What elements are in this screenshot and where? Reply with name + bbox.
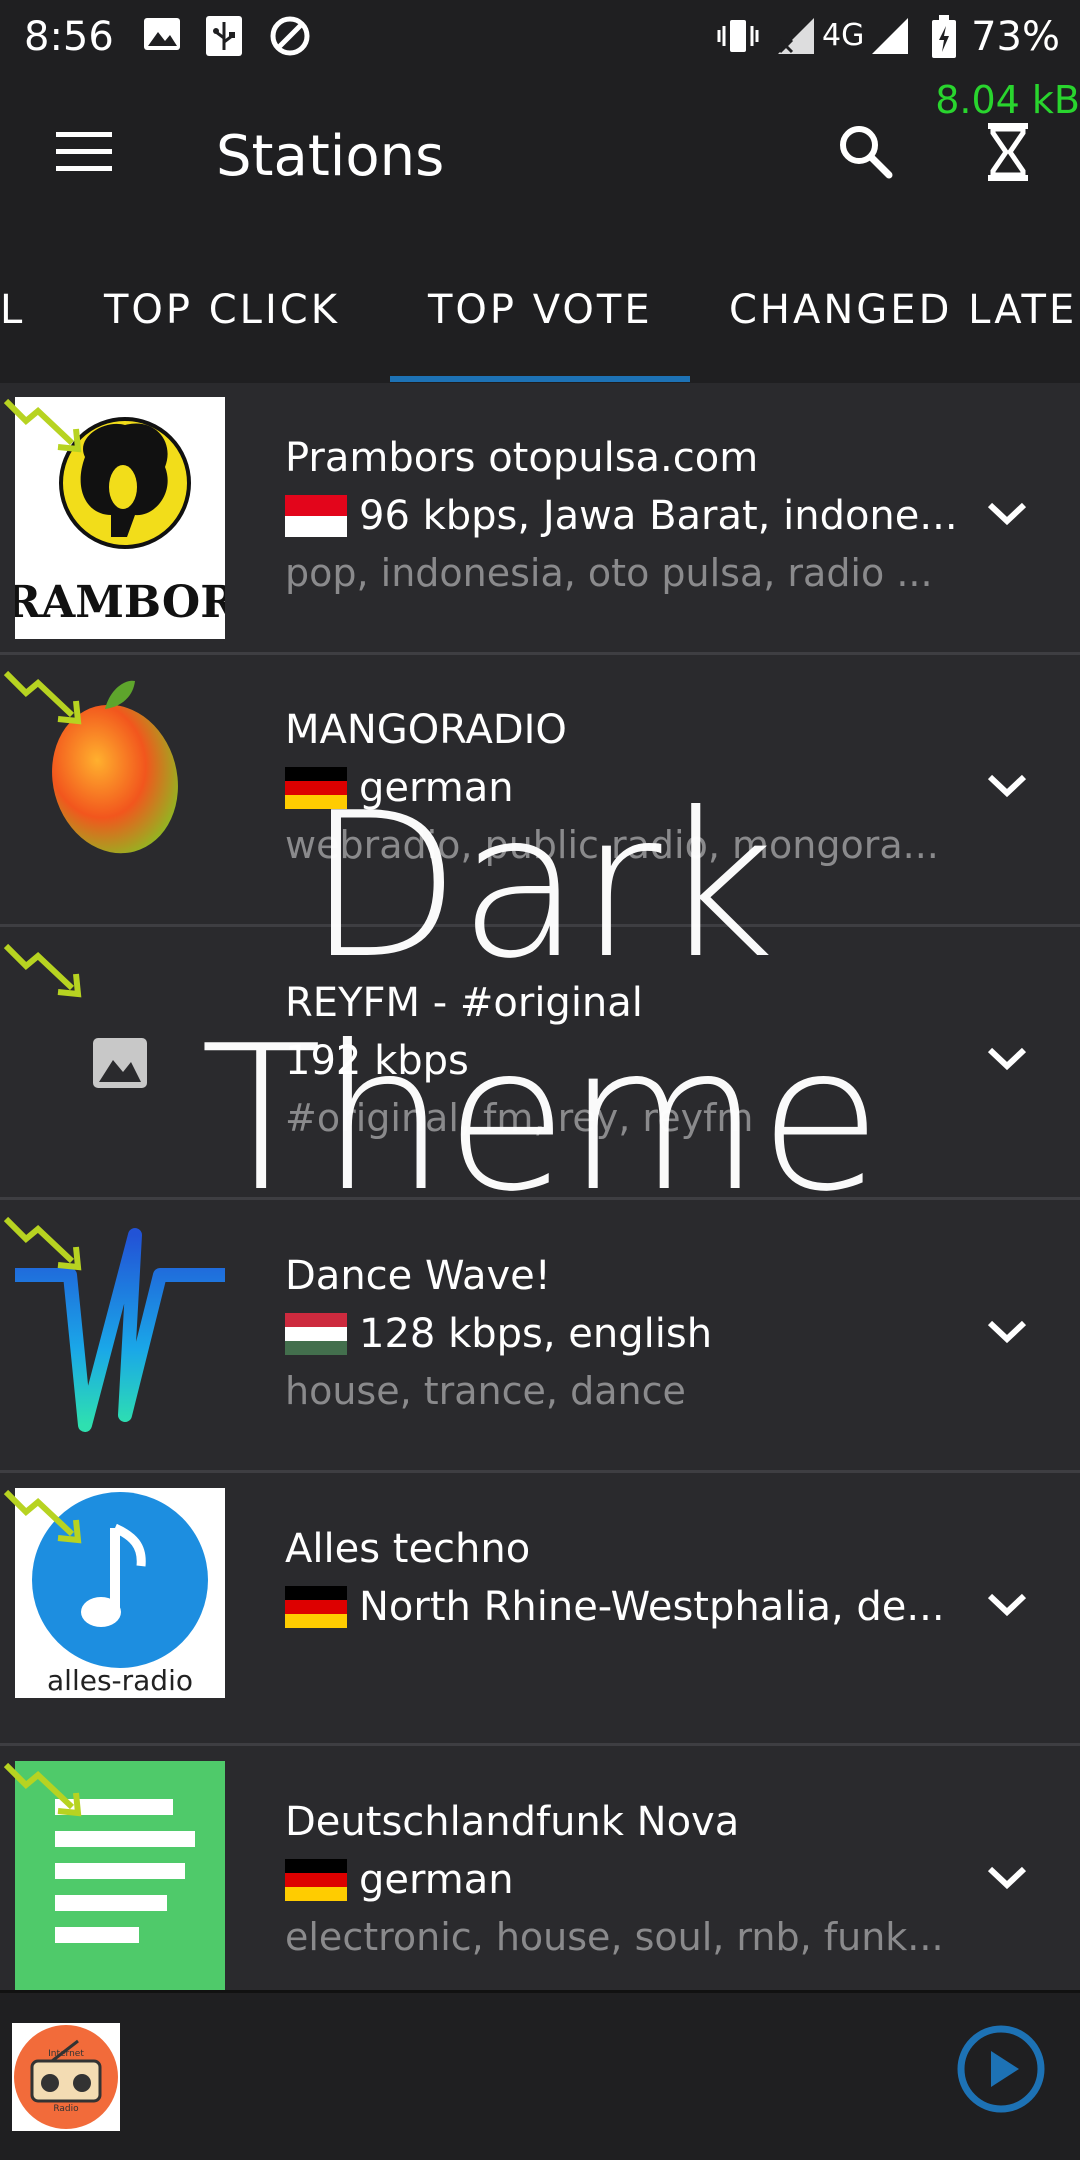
chevron-down-icon[interactable] xyxy=(982,1311,1032,1351)
network-type: 4G xyxy=(822,18,865,53)
station-meta-text: 128 kbps, english xyxy=(359,1311,713,1357)
station-name: Dance Wave! xyxy=(285,1253,551,1299)
tab-all[interactable]: L xyxy=(0,287,25,333)
player-icon-text-bottom: Radio xyxy=(53,2104,79,2114)
menu-button[interactable] xyxy=(48,122,120,182)
station-name: Deutschlandfunk Nova xyxy=(285,1799,740,1845)
station-name: Alles techno xyxy=(285,1526,531,1572)
chevron-down-icon[interactable] xyxy=(982,493,1032,533)
station-row[interactable]: Dance Wave! 128 kbps, english house, tra… xyxy=(0,1201,1080,1473)
alles-radio-logo-text: alles-radio xyxy=(47,1664,193,1697)
battery-percent: 73% xyxy=(971,14,1060,60)
hamburger-menu-icon xyxy=(56,132,112,171)
usb-icon xyxy=(206,16,242,56)
status-time: 8:56 xyxy=(24,14,114,60)
station-meta: 96 kbps, Jawa Barat, indone... xyxy=(285,493,958,539)
data-saver-icon xyxy=(270,16,310,56)
chevron-down-icon[interactable] xyxy=(982,1857,1032,1897)
image-notification-icon xyxy=(144,18,180,50)
station-row[interactable]: alles-radio Alles techno North Rhine-Wes… xyxy=(0,1474,1080,1746)
trend-down-icon xyxy=(3,1762,82,1817)
hourglass-icon xyxy=(988,123,1028,181)
station-meta-text: 96 kbps, Jawa Barat, indone... xyxy=(359,493,958,539)
station-row[interactable]: PRAMBORS Prambors otopulsa.com 96 kbps, … xyxy=(0,383,1080,655)
station-meta-text: North Rhine-Westphalia, de... xyxy=(359,1584,945,1630)
player-bar: Internet Radio xyxy=(0,1990,1080,2160)
status-bar: 8:56 4G 73% xyxy=(0,0,1080,72)
vibrate-icon xyxy=(717,20,759,52)
trend-down-icon xyxy=(3,398,82,453)
trend-down-icon xyxy=(3,670,82,725)
germany-flag-icon xyxy=(285,1586,347,1628)
player-icon-text-top: Internet xyxy=(48,2049,84,2059)
hungary-flag-icon xyxy=(285,1313,347,1355)
station-row[interactable]: Deutschlandfunk Nova german electronic, … xyxy=(0,1747,1080,1992)
station-meta: 128 kbps, english xyxy=(285,1311,712,1357)
battery-charging-icon xyxy=(932,15,956,58)
station-tags: electronic, house, soul, rnb, funk... xyxy=(285,1915,944,1959)
station-meta: german xyxy=(285,1857,514,1903)
station-meta: North Rhine-Westphalia, de... xyxy=(285,1584,945,1630)
signal-icon xyxy=(872,18,908,54)
play-button[interactable] xyxy=(955,2023,1047,2115)
signal-no-data-icon xyxy=(778,18,814,54)
tab-bar: L TOP CLICK TOP VOTE CHANGED LATE xyxy=(0,237,1080,383)
play-icon xyxy=(991,2051,1019,2087)
trend-down-icon xyxy=(3,1489,82,1544)
search-button[interactable] xyxy=(830,116,900,186)
network-speed: 8.04 kB xyxy=(935,78,1080,122)
current-station-logo[interactable]: Internet Radio xyxy=(12,2023,120,2131)
sleep-timer-button[interactable] xyxy=(978,114,1038,190)
prambors-logo-text: PRAMBORS xyxy=(15,577,225,628)
chevron-down-icon[interactable] xyxy=(982,1584,1032,1624)
indonesia-flag-icon xyxy=(285,495,347,537)
station-name: MANGORADIO xyxy=(285,707,567,753)
page-title: Stations xyxy=(216,124,445,189)
station-tags: pop, indonesia, oto pulsa, radio ... xyxy=(285,551,933,595)
search-icon xyxy=(840,126,893,179)
station-tags: house, trance, dance xyxy=(285,1369,686,1413)
tab-changed-lately[interactable]: CHANGED LATE xyxy=(729,287,1077,333)
watermark-text: Dark Theme xyxy=(200,770,882,1236)
station-name: Prambors otopulsa.com xyxy=(285,435,759,481)
tab-top-vote[interactable]: TOP VOTE xyxy=(428,287,653,333)
app-bar: Stations xyxy=(0,72,1080,237)
station-meta-text: german xyxy=(359,1857,514,1903)
germany-flag-icon xyxy=(285,1859,347,1901)
tab-indicator xyxy=(390,376,690,382)
tab-top-click[interactable]: TOP CLICK xyxy=(104,287,340,333)
